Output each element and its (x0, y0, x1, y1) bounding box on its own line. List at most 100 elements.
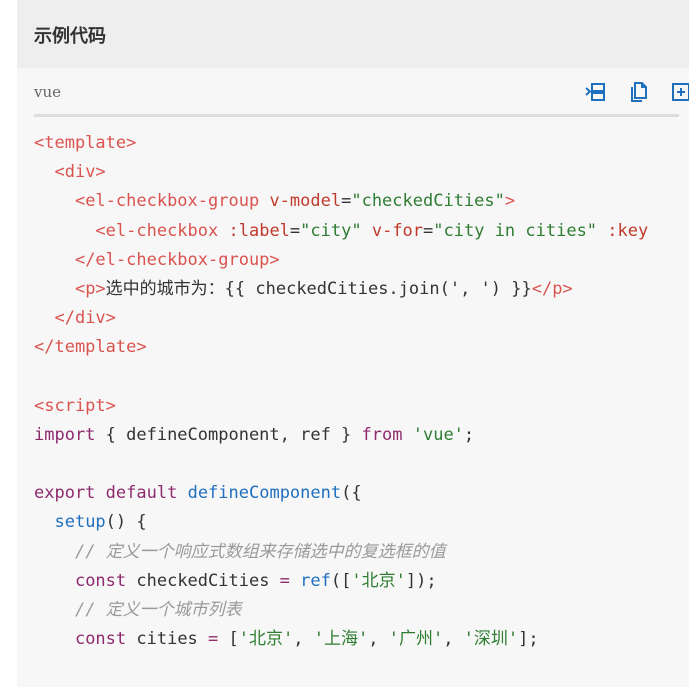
code-token: default (105, 483, 178, 504)
code-token: 'vue' (412, 424, 464, 445)
code-token: = (279, 570, 290, 591)
code-token: ]); (405, 570, 437, 591)
code-line: </el-checkbox-group> (34, 246, 689, 275)
code-line: <div> (34, 158, 689, 187)
code-line: <p>选中的城市为：{{ checkedCities.join(', ') }}… (34, 275, 689, 304)
code-token: "checkedCities" (351, 191, 505, 212)
code-token: 选中的城市为：{{ checkedCities.join(', ') }} (105, 278, 532, 299)
code-line: setup() { (34, 508, 689, 537)
code-token: = (289, 220, 301, 241)
code-token: <p> (74, 278, 106, 299)
code-token: // 定义一个城市列表 (74, 600, 242, 620)
code-token: = (341, 191, 352, 212)
code-token: import (34, 424, 96, 445)
code-token: [ (218, 629, 239, 650)
expand-lines-icon[interactable] (584, 81, 606, 103)
language-label: vue (34, 83, 62, 101)
code-token: checkedCities (126, 570, 280, 591)
code-token: '北京' (238, 629, 294, 650)
code-token: </div> (54, 308, 116, 329)
code-token: "city in cities" (433, 220, 598, 241)
code-token: <template> (34, 133, 137, 153)
code-token: '广州' (388, 629, 444, 650)
code-content[interactable]: <template> <div> <el-checkbox-group v-mo… (34, 129, 689, 687)
code-token: :key (607, 220, 649, 241)
code-token: defineComponent (187, 483, 342, 504)
page: 示例代码 vue <template> <div> <el-checkbox-g… (0, 0, 689, 687)
code-token: ({ (341, 483, 362, 504)
code-token: from (361, 424, 403, 445)
code-token: cities (126, 629, 209, 650)
code-token: // 定义一个响应式数组来存储选中的复选框的值 (74, 541, 446, 562)
code-line: // 定义一个响应式数组来存储选中的复选框的值 (34, 538, 689, 567)
code-token: :label (228, 220, 290, 241)
code-token: = (208, 629, 219, 650)
code-token: <el-checkbox-group (74, 191, 260, 212)
code-token: > (504, 191, 516, 212)
section-header: 示例代码 (17, 0, 689, 68)
code-line: export default defineComponent({ (34, 479, 689, 508)
section-title: 示例代码 (34, 26, 106, 47)
code-token: v-model (269, 191, 342, 212)
code-token: </el-checkbox-group> (74, 249, 280, 270)
code-token: '深圳' (463, 629, 519, 650)
code-block: vue <template> <div> <el-checkbox-group … (17, 68, 689, 687)
code-line: const cities = ['北京', '上海', '广州', '深圳']; (34, 625, 689, 654)
code-line: <template> (34, 129, 689, 158)
code-line: import { defineComponent, ref } from 'vu… (34, 421, 689, 450)
code-token: ; (463, 424, 475, 445)
code-token: <div> (54, 162, 106, 183)
code-line: </div> (34, 304, 689, 333)
code-token: setup (54, 512, 106, 533)
code-token: '北京' (351, 570, 406, 591)
code-token: v-for (371, 220, 424, 241)
code-token: const (74, 570, 127, 591)
code-token: export (34, 483, 96, 504)
add-icon[interactable] (670, 81, 689, 103)
code-token: ([ (330, 570, 352, 591)
code-token: () { (105, 512, 147, 533)
code-line: const checkedCities = ref(['北京']); (34, 567, 689, 596)
code-token: "city" (300, 220, 362, 241)
code-token: </p> (531, 278, 573, 299)
code-token: , (368, 629, 389, 650)
code-token: , (293, 629, 314, 650)
code-toolbar: vue (34, 68, 689, 117)
code-line: </template> (34, 333, 689, 362)
code-line: <el-checkbox :label="city" v-for="city i… (34, 217, 689, 246)
code-token: , (443, 629, 464, 650)
code-token: </template> (34, 337, 147, 358)
code-token: ref (300, 570, 331, 591)
code-token: <script> (34, 395, 116, 416)
code-line: <script> (34, 392, 689, 421)
copy-icon[interactable] (628, 81, 650, 103)
code-line: // 定义一个城市列表 (34, 596, 689, 625)
code-token: { defineComponent, ref } (95, 424, 362, 445)
code-token: = (423, 220, 434, 241)
code-token: ]; (518, 629, 539, 650)
code-token: '上海' (313, 629, 369, 650)
code-line: <el-checkbox-group v-model="checkedCitie… (34, 187, 689, 216)
code-token: <el-checkbox (95, 220, 219, 241)
